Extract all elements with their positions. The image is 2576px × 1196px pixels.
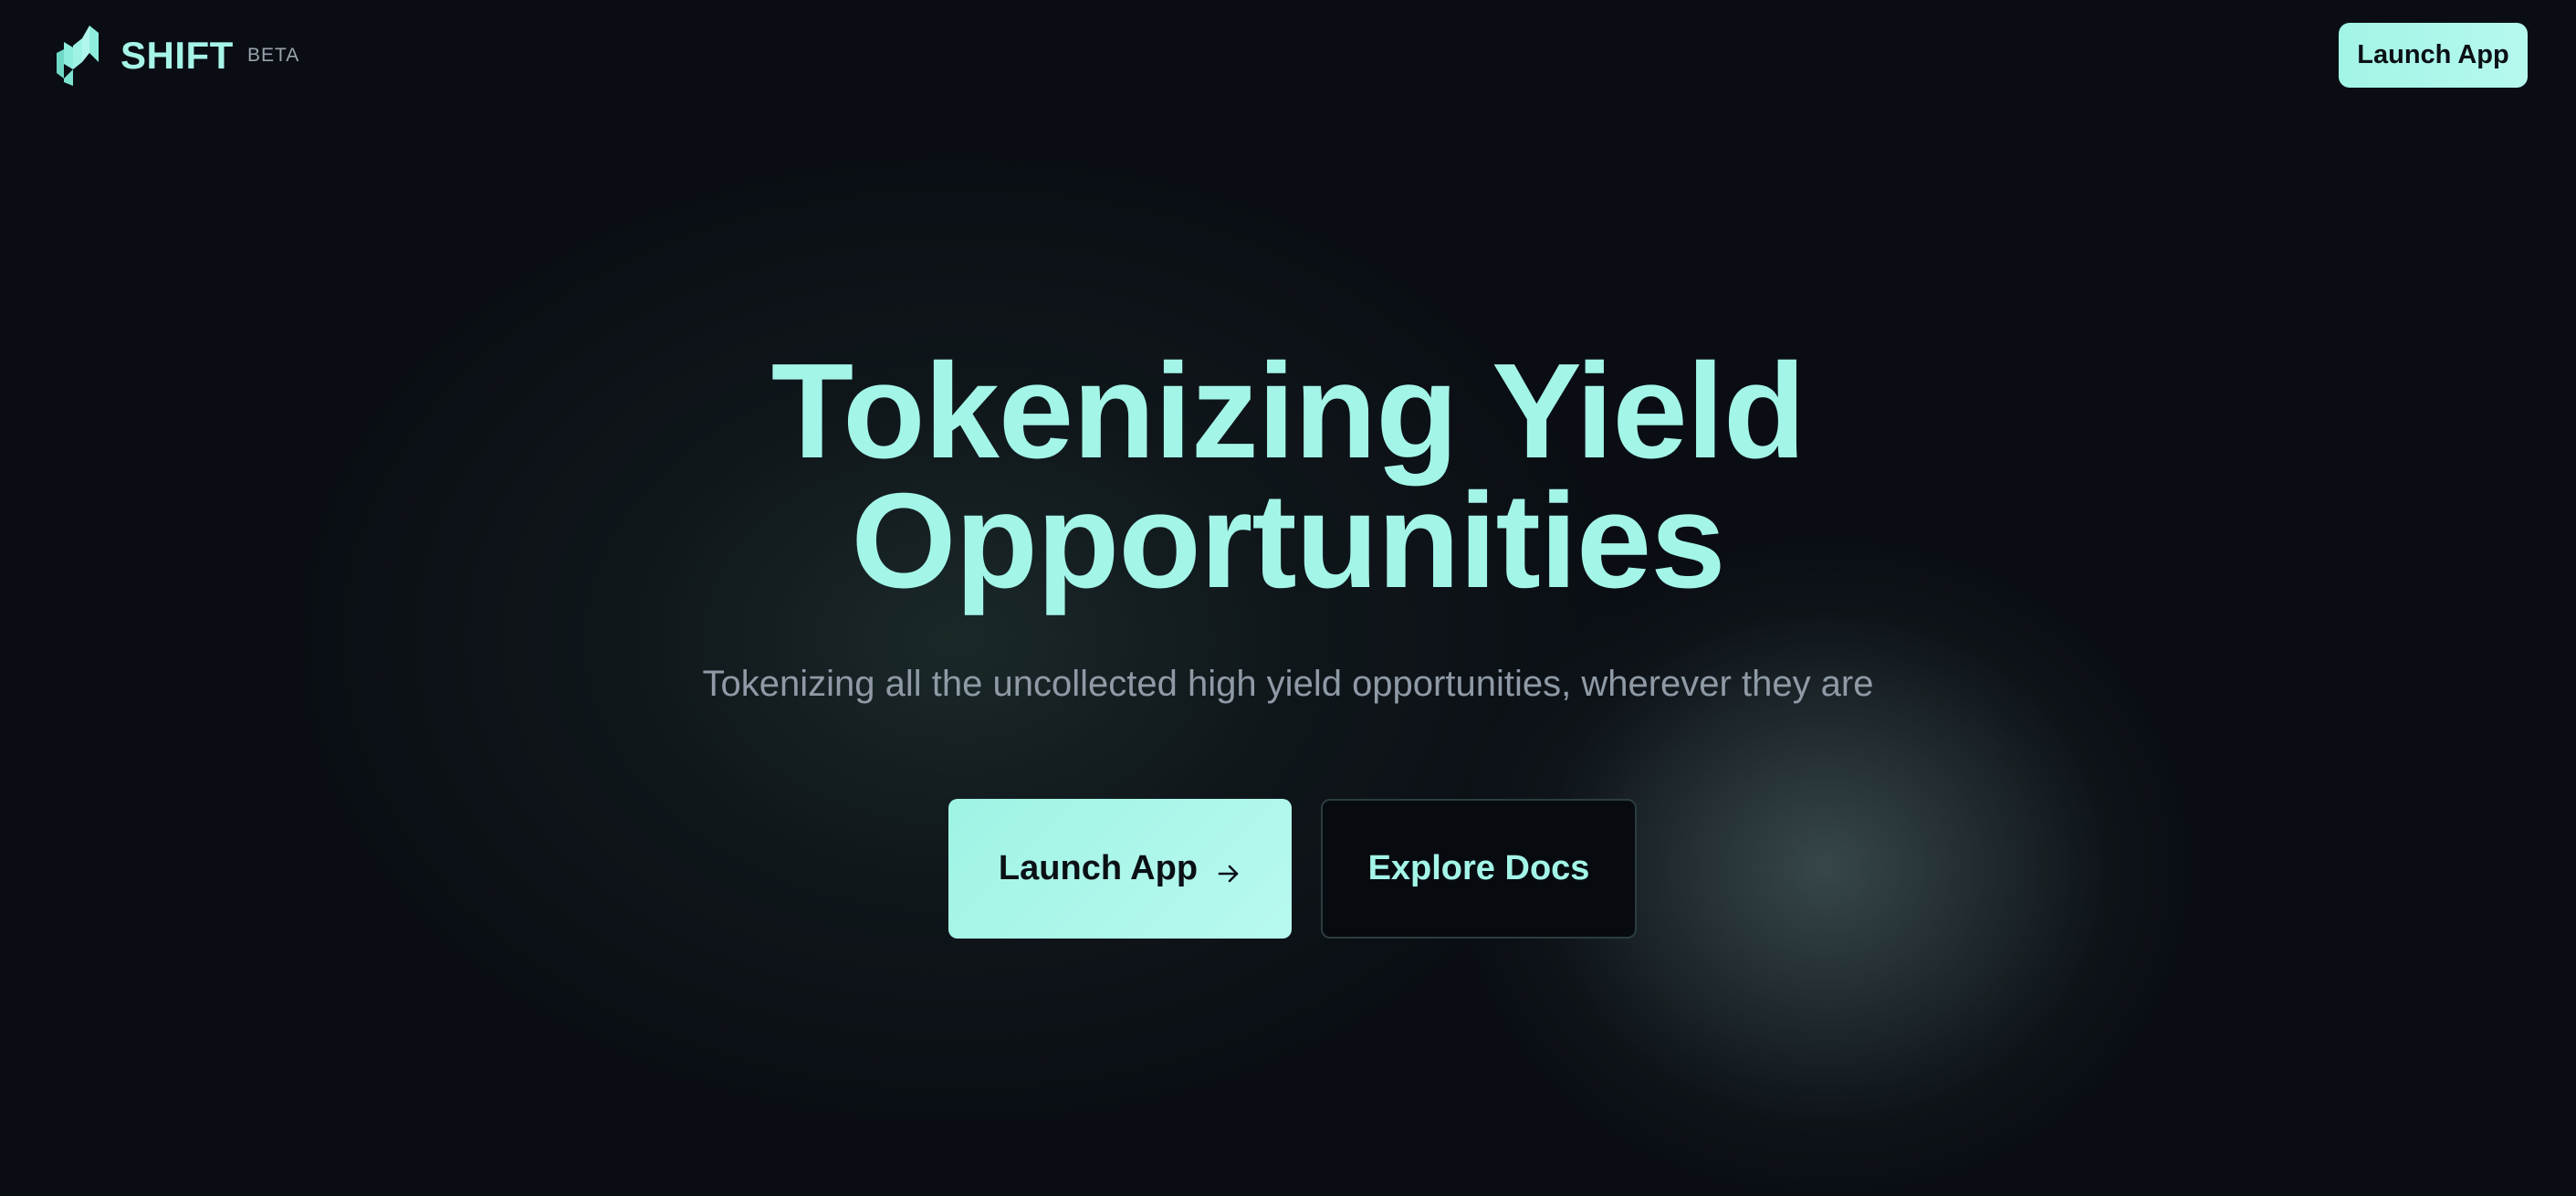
arrow-right-icon <box>1216 856 1241 882</box>
hero-title-line-2: Opportunities <box>851 466 1725 616</box>
site-header: SHIFT BETA Launch App <box>0 0 2576 110</box>
hero-subtitle: Tokenizing all the uncollected high yiel… <box>702 664 1874 704</box>
cta-row: Launch App Explore Docs <box>948 799 1639 939</box>
background-glow-left <box>274 137 1643 1141</box>
hero-title-line-1: Tokenizing Yield <box>770 336 1806 487</box>
shift-logo-icon[interactable] <box>57 26 102 86</box>
explore-docs-label: Explore Docs <box>1367 849 1590 887</box>
launch-app-button[interactable]: Launch App <box>948 799 1292 939</box>
brand-name[interactable]: SHIFT <box>120 33 234 79</box>
explore-docs-button[interactable]: Explore Docs <box>1321 799 1637 939</box>
header-launch-app-button[interactable]: Launch App <box>2339 23 2528 88</box>
beta-badge: BETA <box>247 45 300 66</box>
hero-title: Tokenizing Yield Opportunities <box>558 336 2018 616</box>
launch-app-label: Launch App <box>998 849 1199 887</box>
